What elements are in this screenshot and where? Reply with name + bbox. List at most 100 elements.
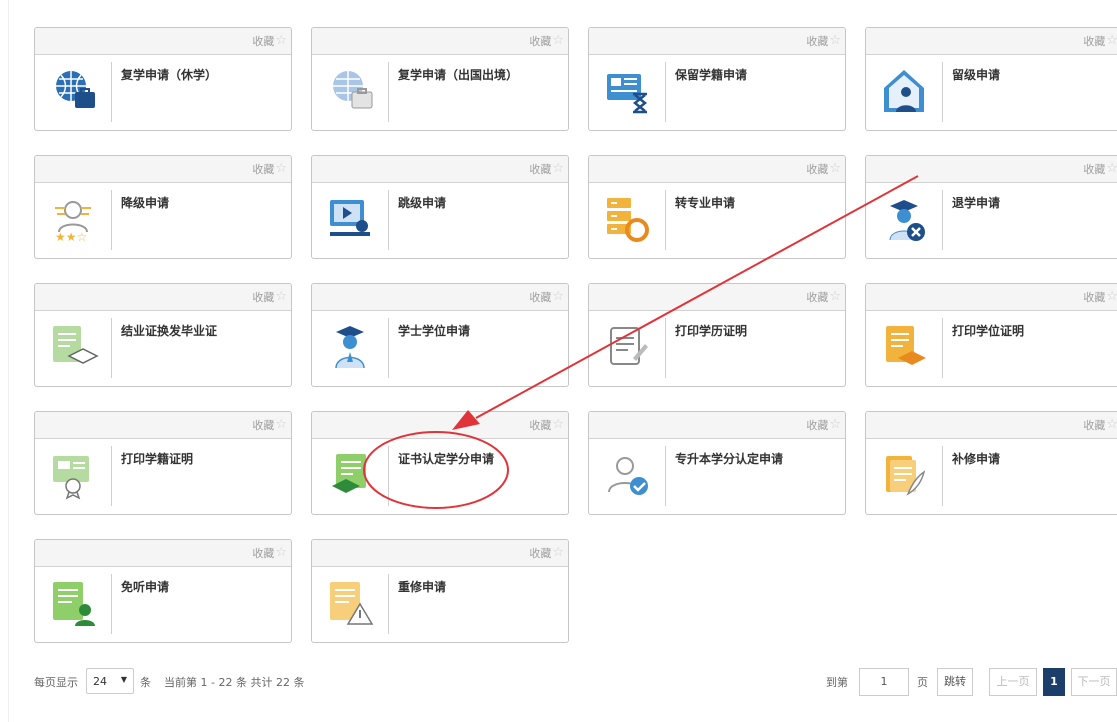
- card-header: 收藏 ☆: [312, 284, 568, 311]
- favorite-button[interactable]: 收藏 ☆: [1083, 161, 1117, 177]
- application-card[interactable]: 收藏 ☆ 打印学历证明: [588, 283, 846, 387]
- card-title[interactable]: 打印学历证明: [675, 322, 747, 339]
- card-title[interactable]: 补修申请: [952, 450, 1000, 467]
- card-body: 证书认定学分申请: [312, 438, 568, 514]
- application-card[interactable]: 收藏 ☆ 转专业申请: [588, 155, 846, 259]
- application-card[interactable]: 收藏 ☆ 跳级申请: [311, 155, 569, 259]
- card-title[interactable]: 打印学籍证明: [121, 450, 193, 467]
- card-title[interactable]: 跳级申请: [398, 194, 446, 211]
- card-divider: [942, 318, 943, 378]
- current-page-button[interactable]: 1: [1043, 668, 1065, 696]
- star-icon: ☆: [829, 33, 841, 48]
- application-card[interactable]: 收藏 ☆ 免听申请: [34, 539, 292, 643]
- card-title[interactable]: 留级申请: [952, 66, 1000, 83]
- favorite-button[interactable]: 收藏 ☆: [806, 417, 841, 433]
- favorite-button[interactable]: 收藏 ☆: [1083, 33, 1117, 49]
- application-card[interactable]: 收藏 ☆ ★★☆ 降级申请: [34, 155, 292, 259]
- card-body: 复学申请（出国出境）: [312, 54, 568, 130]
- card-header: 收藏 ☆: [589, 412, 845, 439]
- document-warning-icon: [326, 578, 376, 628]
- application-card[interactable]: 收藏 ☆ 复学申请（出国出境）: [311, 27, 569, 131]
- card-title[interactable]: 重修申请: [398, 578, 446, 595]
- card-divider: [111, 62, 112, 122]
- favorite-label: 收藏: [252, 35, 275, 48]
- card-header: 收藏 ☆: [589, 156, 845, 183]
- application-card[interactable]: 收藏 ☆ 复学申请（休学）: [34, 27, 292, 131]
- jump-button[interactable]: 跳转: [937, 668, 973, 696]
- star-icon: ☆: [1106, 289, 1117, 304]
- record-count-info: 当前第 1 - 22 条 共计 22 条: [164, 676, 305, 689]
- card-divider: [111, 190, 112, 250]
- document-cap-green-icon: [326, 450, 376, 500]
- card-title[interactable]: 学士学位申请: [398, 322, 470, 339]
- card-header: 收藏 ☆: [35, 540, 291, 567]
- application-card[interactable]: 收藏 ☆ 留级申请: [865, 27, 1117, 131]
- document-pen-icon: [603, 322, 653, 372]
- card-title[interactable]: 结业证换发毕业证: [121, 322, 217, 339]
- card-header: 收藏 ☆: [312, 412, 568, 439]
- per-page-select[interactable]: 24 ▼: [86, 668, 134, 694]
- favorite-button[interactable]: 收藏 ☆: [529, 417, 564, 433]
- card-title[interactable]: 复学申请（休学）: [121, 66, 217, 83]
- favorite-button[interactable]: 收藏 ☆: [529, 545, 564, 561]
- card-title[interactable]: 免听申请: [121, 578, 169, 595]
- application-card[interactable]: 收藏 ☆ 重修申请: [311, 539, 569, 643]
- application-card[interactable]: 收藏 ☆ 证书认定学分申请: [311, 411, 569, 515]
- card-header: 收藏 ☆: [35, 28, 291, 55]
- favorite-button[interactable]: 收藏 ☆: [806, 289, 841, 305]
- prev-page-button[interactable]: 上一页: [989, 668, 1037, 696]
- favorite-button[interactable]: 收藏 ☆: [1083, 417, 1117, 433]
- star-icon: ☆: [552, 417, 564, 432]
- card-title[interactable]: 退学申请: [952, 194, 1000, 211]
- card-title[interactable]: 转专业申请: [675, 194, 735, 211]
- card-divider: [388, 574, 389, 634]
- card-body: ★★☆ 降级申请: [35, 182, 291, 258]
- application-card[interactable]: 收藏 ☆ 结业证换发毕业证: [34, 283, 292, 387]
- favorite-button[interactable]: 收藏 ☆: [529, 289, 564, 305]
- card-title[interactable]: 证书认定学分申请: [398, 450, 494, 467]
- card-header: 收藏 ☆: [312, 540, 568, 567]
- server-refresh-icon: [603, 194, 653, 244]
- card-title[interactable]: 保留学籍申请: [675, 66, 747, 83]
- card-divider: [111, 318, 112, 378]
- application-card[interactable]: 收藏 ☆ 补修申请: [865, 411, 1117, 515]
- favorite-button[interactable]: 收藏 ☆: [529, 161, 564, 177]
- document-cap-icon: [880, 322, 930, 372]
- favorite-label: 收藏: [529, 419, 552, 432]
- favorite-label: 收藏: [529, 547, 552, 560]
- favorite-button[interactable]: 收藏 ☆: [252, 161, 287, 177]
- card-header: 收藏 ☆: [866, 28, 1117, 55]
- favorite-button[interactable]: 收藏 ☆: [806, 161, 841, 177]
- card-header: 收藏 ☆: [589, 28, 845, 55]
- favorite-label: 收藏: [1083, 291, 1106, 304]
- card-title[interactable]: 专升本学分认定申请: [675, 450, 783, 467]
- card-title[interactable]: 降级申请: [121, 194, 169, 211]
- application-card[interactable]: 收藏 ☆ 学士学位申请: [311, 283, 569, 387]
- globe-briefcase-faded-icon: [326, 66, 376, 116]
- favorite-button[interactable]: 收藏 ☆: [252, 289, 287, 305]
- favorite-button[interactable]: 收藏 ☆: [1083, 289, 1117, 305]
- favorite-button[interactable]: 收藏 ☆: [252, 417, 287, 433]
- next-page-button[interactable]: 下一页: [1071, 668, 1117, 696]
- star-icon: ☆: [829, 289, 841, 304]
- application-card[interactable]: 收藏 ☆ 打印学籍证明: [34, 411, 292, 515]
- per-page-label: 每页显示: [34, 676, 78, 689]
- favorite-button[interactable]: 收藏 ☆: [252, 33, 287, 49]
- application-card[interactable]: 收藏 ☆ 保留学籍申请: [588, 27, 846, 131]
- star-icon: ☆: [829, 161, 841, 176]
- star-icon: ☆: [829, 417, 841, 432]
- goto-page-input[interactable]: 1: [859, 668, 909, 696]
- card-title[interactable]: 打印学位证明: [952, 322, 1024, 339]
- application-card[interactable]: 收藏 ☆ 退学申请: [865, 155, 1117, 259]
- card-header: 收藏 ☆: [866, 284, 1117, 311]
- favorite-button[interactable]: 收藏 ☆: [806, 33, 841, 49]
- card-title[interactable]: 复学申请（出国出境）: [398, 66, 518, 83]
- favorite-button[interactable]: 收藏 ☆: [529, 33, 564, 49]
- favorite-label: 收藏: [252, 547, 275, 560]
- application-card[interactable]: 收藏 ☆ 打印学位证明: [865, 283, 1117, 387]
- globe-briefcase-icon: [49, 66, 99, 116]
- card-header: 收藏 ☆: [866, 156, 1117, 183]
- favorite-label: 收藏: [252, 163, 275, 176]
- favorite-button[interactable]: 收藏 ☆: [252, 545, 287, 561]
- application-card[interactable]: 收藏 ☆ 专升本学分认定申请: [588, 411, 846, 515]
